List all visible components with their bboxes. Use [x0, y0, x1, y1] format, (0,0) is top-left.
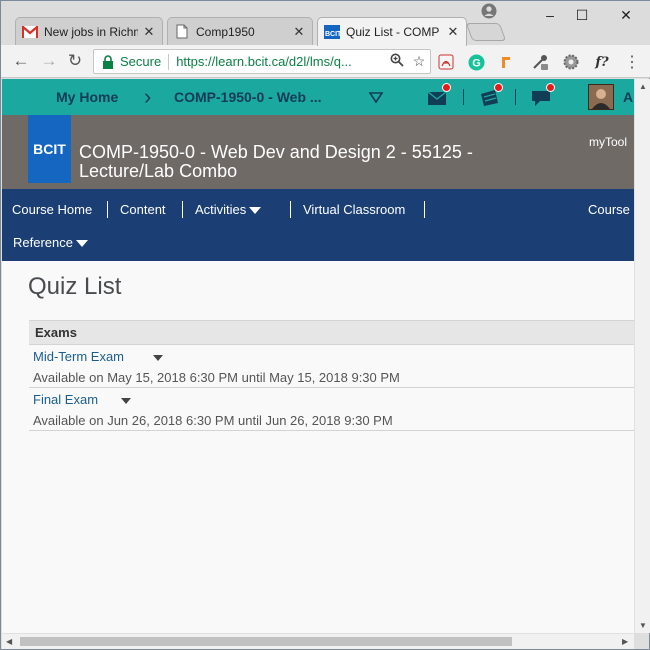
forward-button[interactable]: →: [39, 51, 59, 71]
section-header: Exams: [29, 320, 634, 345]
new-tab-button[interactable]: [465, 23, 507, 41]
reload-button[interactable]: ↻: [65, 51, 85, 71]
course-banner: BCIT COMP-1950-0 - Web Dev and Design 2 …: [2, 115, 634, 189]
divider: [107, 201, 108, 218]
nav-reference-label: Reference: [13, 235, 73, 250]
tab-quiz-list[interactable]: BCIT Quiz List - COMP ✕: [317, 17, 467, 46]
quiz-link-final[interactable]: Final Exam: [33, 392, 98, 407]
chevron-down-icon[interactable]: [121, 398, 131, 404]
divider: [424, 201, 425, 218]
address-bar[interactable]: Secure https://learn.bcit.ca/d2l/lms/q..…: [93, 49, 431, 74]
page-icon: [174, 24, 190, 40]
nav-activities-label: Activities: [195, 202, 247, 217]
course-title: COMP-1950-0 - Web Dev and Design 2 - 551…: [79, 142, 473, 181]
tab-close-icon[interactable]: ✕: [446, 24, 460, 40]
chevron-down-icon[interactable]: [153, 355, 163, 361]
bookmark-star-icon[interactable]: ☆: [408, 53, 430, 70]
availability-text: Available on Jun 26, 2018 6:30 PM until …: [33, 413, 393, 428]
subscription-alerts-icon[interactable]: [478, 83, 503, 108]
course-navbar: Course Home Content Activities Virtual C…: [2, 189, 634, 261]
availability-text: Available on May 15, 2018 6:30 PM until …: [33, 370, 400, 385]
tab-close-icon[interactable]: ✕: [142, 24, 156, 40]
nav-content[interactable]: Content: [120, 202, 166, 217]
main-content: Quiz List Exams Mid-Term Exam Available …: [2, 261, 634, 633]
chevron-down-icon: [249, 207, 262, 215]
scroll-left-icon[interactable]: ◀: [6, 637, 12, 646]
nav-course-home[interactable]: Course Home: [12, 202, 92, 217]
url-text[interactable]: https://learn.bcit.ca/d2l/lms/q...: [176, 54, 386, 69]
nav-virtual-classroom[interactable]: Virtual Classroom: [303, 202, 405, 217]
close-window-button[interactable]: ✕: [611, 5, 641, 25]
vertical-scrollbar[interactable]: ▲ ▼: [634, 79, 650, 633]
divider: [290, 201, 291, 218]
svg-text:G: G: [472, 57, 481, 69]
address-divider: [168, 53, 170, 70]
pdf-extension-icon[interactable]: [437, 53, 455, 71]
tab-strip: New jobs in Richm ✕ Comp1950 ✕ BCIT Quiz…: [1, 1, 650, 46]
formula-extension-icon[interactable]: f?: [591, 53, 613, 71]
avatar[interactable]: [588, 84, 614, 110]
notification-badge: [494, 83, 503, 92]
page-title: Quiz List: [28, 273, 122, 300]
tab-gmail[interactable]: New jobs in Richm ✕: [15, 17, 163, 45]
message-alerts-icon[interactable]: [426, 83, 451, 108]
profile-icon[interactable]: [481, 3, 497, 19]
list-item: Mid-Term Exam Available on May 15, 2018 …: [29, 345, 634, 388]
my-tools-menu[interactable]: myTool: [589, 135, 627, 149]
scroll-right-icon[interactable]: ▶: [622, 637, 628, 646]
scrollbar-thumb[interactable]: [20, 637, 512, 646]
divider: [463, 89, 464, 105]
course-dropdown-caret-icon[interactable]: [368, 91, 384, 104]
settings-extension-icon[interactable]: [562, 53, 580, 71]
tab-label: Comp1950: [196, 24, 255, 39]
browser-window: New jobs in Richm ✕ Comp1950 ✕ BCIT Quiz…: [0, 0, 650, 650]
nav-reference[interactable]: Reference: [13, 235, 88, 250]
nav-course[interactable]: Course: [588, 202, 630, 217]
svg-text:BCIT: BCIT: [325, 31, 340, 38]
lock-icon: [102, 54, 114, 69]
course-selector[interactable]: COMP-1950-0 - Web ...: [174, 89, 322, 105]
maximize-button[interactable]: ☐: [567, 5, 597, 25]
notification-badge: [442, 83, 451, 92]
back-button[interactable]: ←: [11, 51, 31, 71]
eyedropper-icon[interactable]: [531, 53, 549, 71]
notification-badge: [546, 83, 555, 92]
boomerang-icon[interactable]: [497, 53, 515, 71]
update-alerts-icon[interactable]: [530, 83, 555, 108]
scroll-down-icon[interactable]: ▼: [639, 621, 647, 630]
tab-label: New jobs in Richm: [44, 24, 138, 39]
secure-label: Secure: [120, 54, 162, 69]
gmail-icon: [22, 24, 38, 40]
web-page: My Home › COMP-1950-0 - Web ... A BCIT C…: [2, 79, 634, 633]
tab-label: Quiz List - COMP: [346, 25, 440, 39]
bcit-logo[interactable]: BCIT: [28, 115, 71, 183]
tab-close-icon[interactable]: ✕: [292, 24, 306, 40]
horizontal-scrollbar[interactable]: ◀ ▶: [2, 633, 634, 649]
top-navbar: My Home › COMP-1950-0 - Web ... A: [2, 79, 634, 115]
quiz-link-midterm[interactable]: Mid-Term Exam: [33, 349, 124, 364]
scroll-up-icon[interactable]: ▲: [639, 82, 647, 91]
chevron-down-icon: [75, 240, 88, 248]
grammarly-icon[interactable]: G: [467, 53, 485, 71]
breadcrumb-chevron-icon: ›: [144, 84, 152, 109]
zoom-icon[interactable]: [386, 53, 408, 70]
bcit-favicon-icon: BCIT: [324, 24, 340, 40]
browser-menu-icon[interactable]: ⋮: [623, 53, 641, 71]
divider: [182, 201, 183, 218]
minimize-button[interactable]: –: [535, 5, 565, 25]
nav-activities[interactable]: Activities: [195, 202, 262, 217]
tab-comp1950[interactable]: Comp1950 ✕: [167, 17, 313, 45]
list-item: Final Exam Available on Jun 26, 2018 6:3…: [29, 388, 634, 431]
my-home-link[interactable]: My Home: [56, 89, 118, 105]
divider: [515, 89, 516, 105]
user-name[interactable]: A: [623, 89, 633, 105]
browser-toolbar: ← → ↻ Secure https://learn.bcit.ca/d2l/l…: [1, 45, 650, 78]
